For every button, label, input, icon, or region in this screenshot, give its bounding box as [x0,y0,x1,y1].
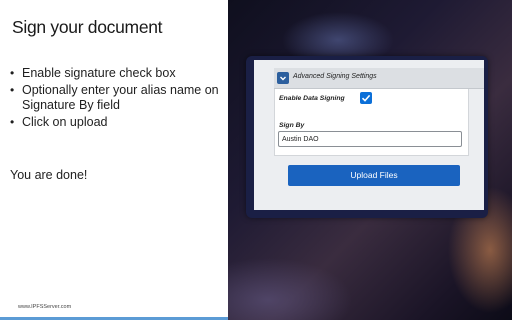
advanced-settings-label: Advanced Signing Settings [293,73,377,80]
bullet-icon: • [10,115,15,129]
enable-signing-label: Enable Data Signing [279,95,345,102]
sign-by-input[interactable]: Austin DAO [278,131,462,147]
slide-panel: Sign your document • Enable signature che… [0,0,228,320]
bullet-text: Click on upload [22,115,108,129]
advanced-settings-header[interactable]: Advanced Signing Settings [274,68,484,89]
done-text: You are done! [10,168,88,182]
screen-content: Advanced Signing Settings Enable Data Si… [254,60,484,210]
bullet-text: Optionally enter your alias name on Sign… [22,83,219,112]
slide-title: Sign your document [12,17,163,37]
list-item: • Click on upload [10,115,224,130]
chevron-down-icon[interactable] [277,72,289,84]
footer-url: www.IPFSServer.com [18,304,72,310]
list-item: • Optionally enter your alias name on Sig… [10,83,224,113]
sign-by-label: Sign By [279,122,305,129]
list-item: • Enable signature check box [10,66,224,81]
advanced-settings-body: Enable Data Signing Sign By Austin DAO [274,89,469,156]
upload-button[interactable]: Upload Files [288,165,460,186]
bullet-text: Enable signature check box [22,66,176,80]
bullet-list: • Enable signature check box • Optionally … [10,66,224,132]
bullet-icon: • [10,83,15,97]
bullet-icon: • [10,66,15,80]
enable-signing-checkbox[interactable] [360,92,372,104]
